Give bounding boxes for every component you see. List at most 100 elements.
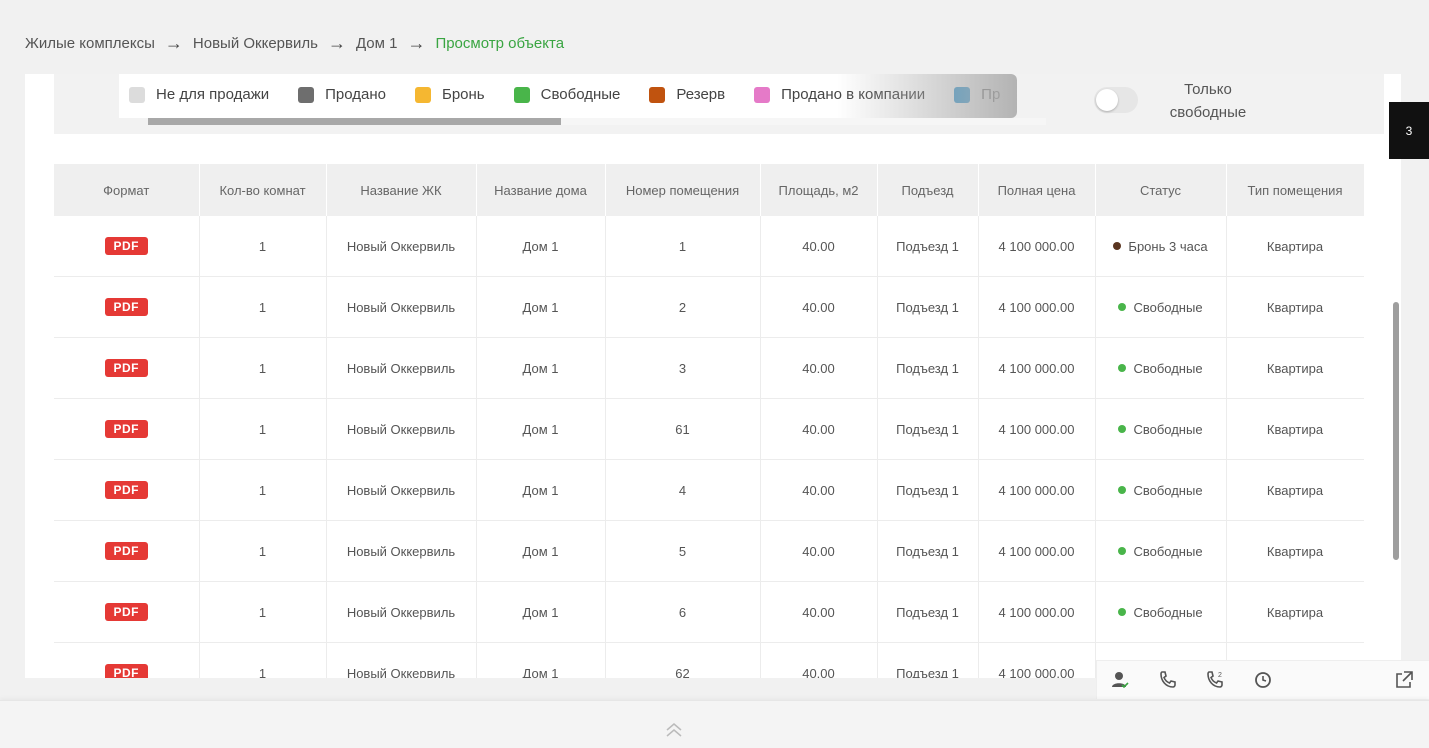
cell-price: 4 100 000.00	[978, 520, 1096, 582]
cell-type: Квартира	[1226, 276, 1364, 338]
legend-label: Резерв	[676, 86, 726, 103]
pdf-download-button[interactable]: PDF	[104, 420, 148, 438]
cell-entrance: Подъезд 1	[877, 581, 979, 643]
breadcrumb-item-house[interactable]: Дом 1	[356, 35, 398, 52]
cell-complex: Новый Оккервиль	[326, 520, 477, 582]
format-cell: PDF	[54, 459, 200, 521]
cell-rooms: 1	[199, 459, 327, 521]
call-widget: 2	[1096, 660, 1429, 699]
cell-complex: Новый Оккервиль	[326, 459, 477, 521]
cell-number: 4	[605, 459, 761, 521]
cell-rooms: 1	[199, 520, 327, 582]
table-row[interactable]: PDF 1 Новый Оккервиль Дом 1 1 40.00 Подъезд 14…	[54, 216, 1364, 277]
cell-price: 4 100 000.00	[978, 459, 1096, 521]
cell-number: 62	[605, 642, 761, 678]
cell-house: Дом 1	[476, 216, 606, 277]
column-header[interactable]: Полная цена	[978, 164, 1096, 216]
cell-complex: Новый Оккервиль	[326, 581, 477, 643]
cell-house: Дом 1	[476, 642, 606, 678]
cell-status: Свободные	[1095, 398, 1227, 460]
format-cell: PDF	[54, 520, 200, 582]
cell-area: 40.00	[760, 581, 878, 643]
legend-item: Не для продажи	[129, 86, 269, 103]
cell-rooms: 1	[199, 276, 327, 338]
cell-entrance: Подъезд 1	[877, 642, 979, 678]
cell-type: Квартира	[1226, 459, 1364, 521]
only-free-label-line2: свободные	[1169, 104, 1247, 121]
phone-icon[interactable]	[1157, 669, 1179, 691]
pdf-download-button[interactable]: PDF	[104, 237, 148, 255]
cell-rooms: 1	[199, 216, 327, 277]
pdf-download-button[interactable]: PDF	[104, 603, 148, 621]
user-check-icon[interactable]	[1109, 669, 1131, 691]
column-header[interactable]: Номер помещения	[605, 164, 761, 216]
pdf-download-button[interactable]: PDF	[104, 664, 148, 678]
cell-number: 1	[605, 216, 761, 277]
cell-area: 40.00	[760, 216, 878, 277]
column-header[interactable]: Название ЖК	[326, 164, 477, 216]
clock-icon[interactable]	[1252, 669, 1274, 691]
side-counter-badge[interactable]: 3	[1389, 102, 1429, 159]
legend-scrollbar[interactable]	[148, 118, 1046, 125]
column-header[interactable]: Формат	[54, 164, 200, 216]
column-header[interactable]: Площадь, м2	[760, 164, 878, 216]
table-row[interactable]: PDF 1 Новый Оккервиль Дом 1 4 40.00 Подъезд 14…	[54, 459, 1364, 521]
pdf-download-button[interactable]: PDF	[104, 359, 148, 377]
cell-complex: Новый Оккервиль	[326, 337, 477, 399]
cell-entrance: Подъезд 1	[877, 276, 979, 338]
page-scrollbar[interactable]	[1393, 302, 1399, 560]
status-dot-icon	[1118, 303, 1127, 312]
column-header[interactable]: Статус	[1095, 164, 1227, 216]
cell-type: Квартира	[1226, 520, 1364, 582]
table-row[interactable]: PDF 1 Новый Оккервиль Дом 1 5 40.00 Подъезд 14…	[54, 520, 1364, 582]
legend-swatch	[954, 86, 971, 103]
status-label: Бронь 3 часа	[1128, 238, 1208, 254]
cell-number: 61	[605, 398, 761, 460]
breadcrumb-item-complex[interactable]: Новый Оккервиль	[193, 35, 318, 52]
legend-swatch	[414, 86, 431, 103]
legend-swatch	[129, 86, 145, 103]
status-label: Свободные	[1133, 421, 1203, 437]
pdf-download-button[interactable]: PDF	[104, 298, 148, 316]
table-row[interactable]: PDF 1 Новый Оккервиль Дом 1 6 40.00 Подъезд 14…	[54, 581, 1364, 643]
legend-scrollbar-thumb[interactable]	[148, 118, 562, 125]
cell-status: Бронь 3 часа	[1095, 216, 1227, 277]
legend-items: Не для продажи Продано Бронь Свободные Резер…	[129, 86, 1017, 103]
column-header[interactable]: Подъезд	[877, 164, 979, 216]
table-row[interactable]: PDF 1 Новый Оккервиль Дом 1 61 40.00 Подъезд 1…	[54, 398, 1364, 460]
cell-area: 40.00	[760, 398, 878, 460]
breadcrumb-item-complexes[interactable]: Жилые комплексы	[25, 35, 155, 52]
svg-text:2: 2	[1218, 672, 1222, 679]
cell-house: Дом 1	[476, 520, 606, 582]
status-dot-icon	[1118, 425, 1127, 434]
cell-price: 4 100 000.00	[978, 337, 1096, 399]
cell-number: 3	[605, 337, 761, 399]
table-row[interactable]: PDF 1 Новый Оккервиль Дом 1 2 40.00 Подъезд 14…	[54, 276, 1364, 338]
cell-price: 4 100 000.00	[978, 276, 1096, 338]
only-free-toggle[interactable]	[1094, 87, 1138, 113]
cell-complex: Новый Оккервиль	[326, 398, 477, 460]
status-dot-icon	[1118, 486, 1127, 495]
table-row[interactable]: PDF 1 Новый Оккервиль Дом 1 3 40.00 Подъезд 14…	[54, 337, 1364, 399]
cell-price: 4 100 000.00	[978, 398, 1096, 460]
cell-entrance: Подъезд 1	[877, 520, 979, 582]
cell-house: Дом 1	[476, 581, 606, 643]
cell-status: Свободные	[1095, 276, 1227, 338]
external-link-icon[interactable]	[1393, 669, 1415, 691]
breadcrumb-arrow-icon: →	[407, 32, 426, 53]
pdf-download-button[interactable]: PDF	[104, 481, 148, 499]
status-label: Свободные	[1133, 543, 1203, 559]
column-header[interactable]: Название дома	[476, 164, 606, 216]
cell-complex: Новый Оккервиль	[326, 216, 477, 277]
column-header[interactable]: Кол-во комнат	[199, 164, 327, 216]
format-cell: PDF	[54, 581, 200, 643]
phone-transfer-icon[interactable]: 2	[1204, 669, 1226, 691]
legend-item: Продано	[298, 86, 386, 103]
chevrons-up-icon[interactable]	[664, 721, 684, 739]
legend-label: Пр	[981, 86, 1001, 103]
table-header-row: Формат Кол-во комнат Название ЖК Название д…	[54, 164, 1364, 216]
cell-entrance: Подъезд 1	[877, 459, 979, 521]
cell-house: Дом 1	[476, 276, 606, 338]
pdf-download-button[interactable]: PDF	[104, 542, 148, 560]
column-header[interactable]: Тип помещения	[1226, 164, 1364, 216]
